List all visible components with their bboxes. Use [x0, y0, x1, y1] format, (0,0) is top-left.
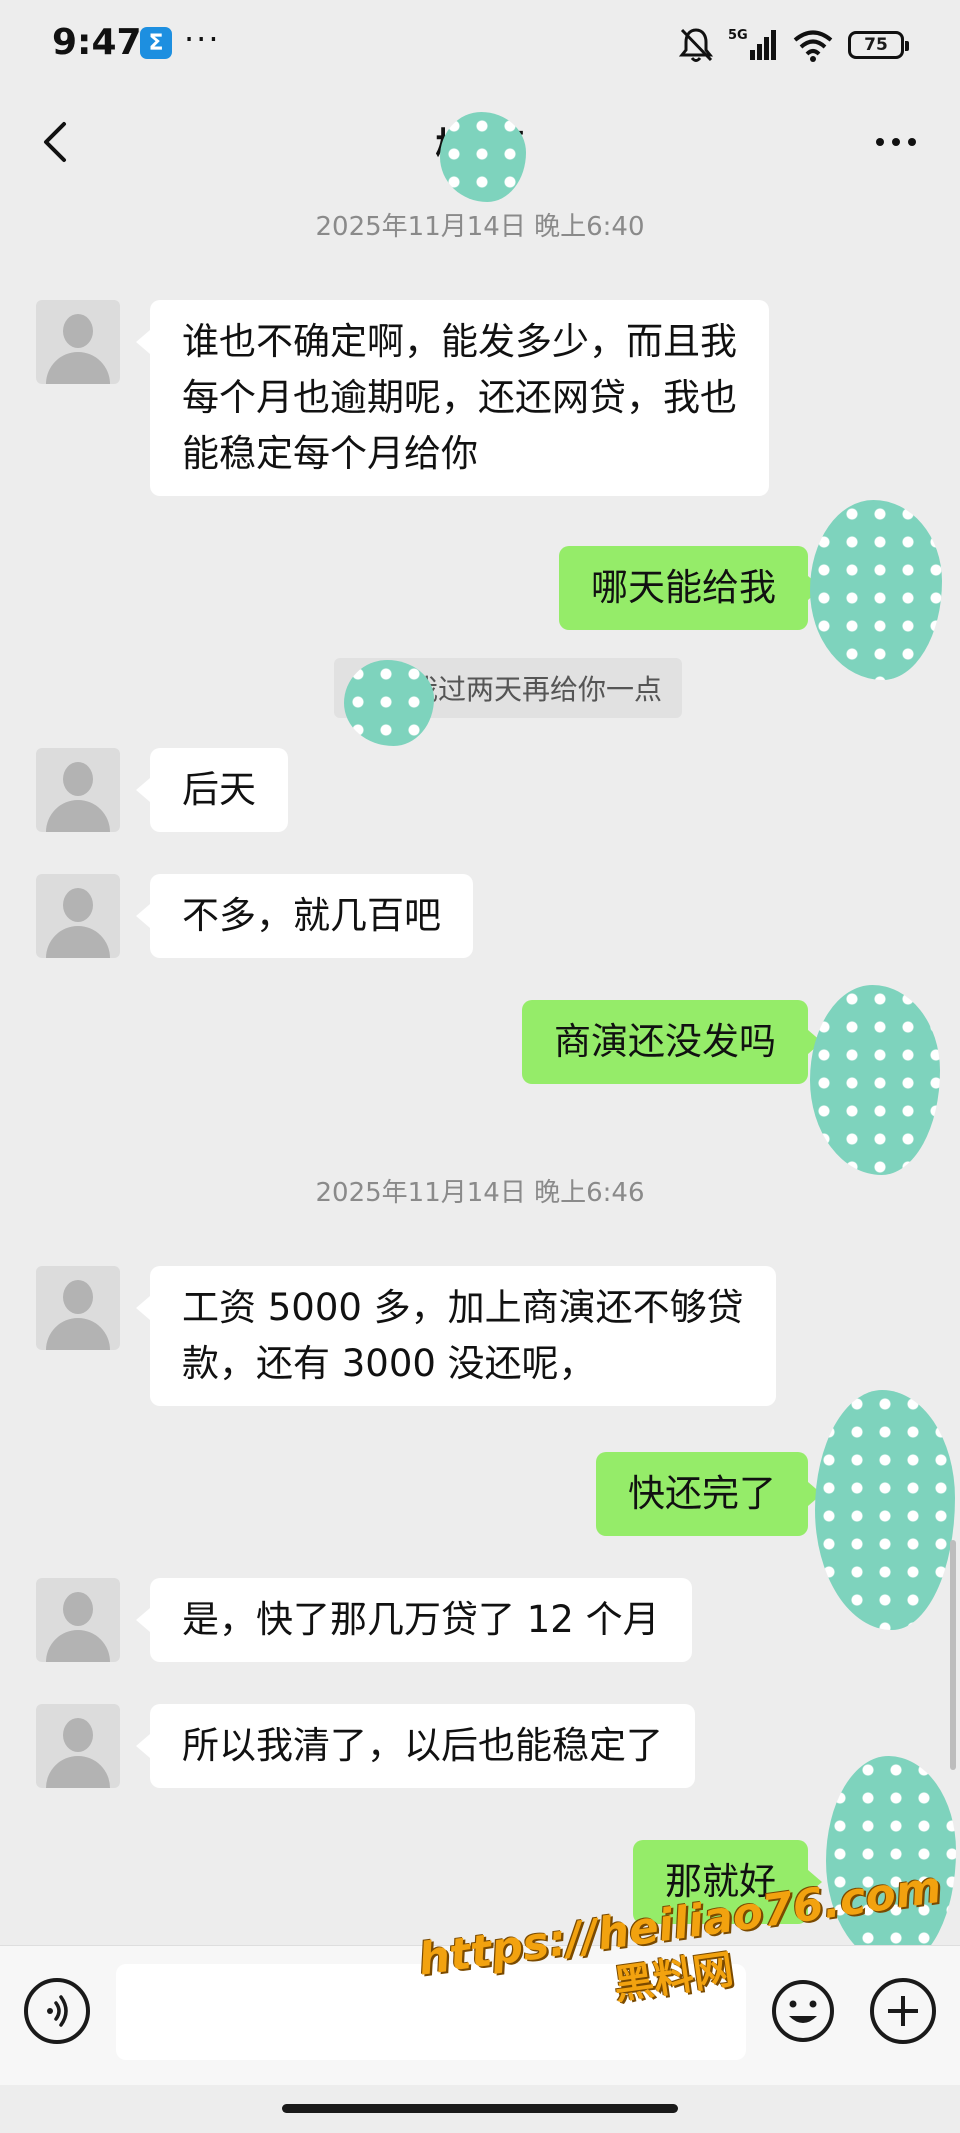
avatar-shoulders	[46, 1318, 110, 1350]
mute-bell-icon	[678, 28, 714, 62]
battery-icon: 75	[848, 31, 909, 59]
avatar[interactable]	[36, 300, 120, 384]
avatar[interactable]	[36, 874, 120, 958]
message-text: 商演还没发吗	[554, 1020, 776, 1063]
censor-blob	[815, 1390, 955, 1630]
timestamp: 2025年11月14日 晚上6:46	[315, 1178, 645, 1208]
app-notification-icon: Σ	[140, 27, 172, 59]
avatar[interactable]	[36, 748, 120, 832]
message-bubble[interactable]: 哪天能给我	[559, 546, 822, 630]
message-text-line: 工资 5000 多，加上商演还不够贷	[182, 1286, 744, 1329]
avatar-head	[63, 1718, 93, 1752]
message-text-line: 能稳定每个月给你	[182, 432, 478, 475]
message-text-line: 谁也不确定啊，能发多少，而且我	[182, 320, 737, 363]
more-dot-icon	[892, 138, 900, 146]
message-bubble[interactable]: 快还完了	[596, 1452, 822, 1536]
message-text-line: 每个月也逾期呢，还还网贷，我也	[182, 376, 737, 419]
more-functions-button[interactable]	[870, 1978, 936, 2044]
censor-blob	[810, 985, 940, 1175]
message-text: 快还完了	[628, 1472, 776, 1515]
message-bubble[interactable]: 工资 5000 多，加上商演还不够贷 款，还有 3000 没还呢，	[136, 1266, 776, 1406]
message-bubble[interactable]: 是，快了那几万贷了 12 个月	[136, 1578, 692, 1662]
voice-input-button[interactable]	[24, 1978, 90, 2044]
avatar-shoulders	[46, 1630, 110, 1662]
status-time: 9:47	[52, 22, 142, 63]
home-indicator[interactable]	[282, 2104, 678, 2113]
message-text: 所以我清了，以后也能稳定了	[182, 1724, 663, 1767]
avatar-shoulders	[46, 1756, 110, 1788]
message-bubble[interactable]: 不多，就几百吧	[136, 874, 473, 958]
more-options-button[interactable]	[866, 112, 926, 172]
censor-blob	[440, 112, 526, 202]
signal-icon: 5G	[728, 28, 776, 60]
voice-wave-icon	[47, 1995, 68, 2027]
avatar-head	[63, 762, 93, 796]
message-bubble[interactable]: 商演还没发吗	[522, 1000, 822, 1084]
message-text-line: 款，还有 3000 没还呢，	[182, 1342, 596, 1385]
wifi-icon	[793, 30, 833, 62]
avatar-shoulders	[46, 926, 110, 958]
avatar-head	[63, 314, 93, 348]
avatar-head	[63, 888, 93, 922]
avatar[interactable]	[36, 1266, 120, 1350]
scrollbar[interactable]	[950, 1540, 956, 1770]
status-icons: 5G 75	[678, 26, 909, 64]
message-bubble[interactable]: 谁也不确定啊，能发多少，而且我 每个月也逾期呢，还还网贷，我也 能稳定每个月给你	[136, 300, 769, 496]
more-notifications-icon: ···	[184, 20, 221, 58]
timestamp: 2025年11月14日 晚上6:40	[315, 212, 645, 242]
avatar-shoulders	[46, 800, 110, 832]
more-dot-icon	[876, 138, 884, 146]
avatar-shoulders	[46, 352, 110, 384]
message-text: 后天	[182, 768, 256, 811]
avatar-head	[63, 1592, 93, 1626]
message-bubble[interactable]: 后天	[136, 748, 288, 832]
message-text: 是，快了那几万贷了 12 个月	[182, 1598, 660, 1641]
avatar-head	[63, 1280, 93, 1314]
status-bar: 9:47 Σ ··· 5G 75	[0, 0, 960, 96]
censor-blob	[344, 660, 434, 746]
message-text: 不多，就几百吧	[182, 894, 441, 937]
message-text: 哪天能给我	[591, 566, 776, 609]
avatar[interactable]	[36, 1578, 120, 1662]
more-dot-icon	[908, 138, 916, 146]
signal-label: 5G	[728, 28, 748, 43]
message-bubble[interactable]: 所以我清了，以后也能稳定了	[136, 1704, 695, 1788]
censor-blob	[810, 500, 942, 680]
avatar[interactable]	[36, 1704, 120, 1788]
